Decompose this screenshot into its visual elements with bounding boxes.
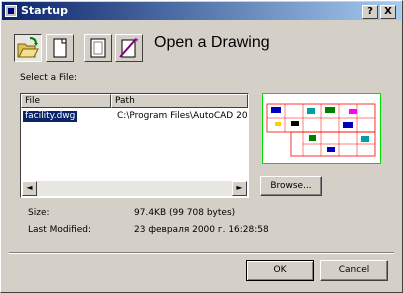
open-drawing-icon (17, 37, 39, 58)
open-drawing-button[interactable] (14, 34, 42, 62)
startup-dialog: Startup ? X Open a Drawing Select a File… (0, 0, 403, 293)
horizontal-scrollbar[interactable]: ◄ ► (22, 181, 247, 196)
ok-button[interactable]: OK (246, 260, 314, 281)
floor-plan-thumbnail (266, 103, 376, 157)
page-title: Open a Drawing (154, 34, 270, 51)
title-bar[interactable]: Startup ? X (2, 2, 401, 20)
app-icon (5, 5, 17, 17)
close-button[interactable]: X (380, 5, 396, 19)
size-label: Size: (28, 208, 50, 218)
size-value: 97.4KB (99 708 bytes) (134, 208, 236, 218)
start-from-scratch-icon (53, 38, 67, 58)
last-modified-value: 23 февраля 2000 г. 16:28:58 (134, 225, 269, 235)
file-list[interactable]: File Path facility.dwg C:\Program Files\… (20, 93, 249, 198)
scroll-left-icon[interactable]: ◄ (22, 181, 37, 196)
scroll-right-icon[interactable]: ► (232, 181, 247, 196)
use-template-icon (90, 38, 106, 58)
use-wizard-button[interactable] (115, 34, 143, 62)
browse-button[interactable]: Browse... (260, 176, 322, 196)
file-name-cell[interactable]: facility.dwg (23, 111, 78, 122)
separator (9, 252, 394, 254)
last-modified-label: Last Modified: (28, 225, 92, 235)
use-wizard-icon (119, 38, 138, 58)
start-from-scratch-button[interactable] (46, 34, 74, 62)
column-header-file[interactable]: File (21, 94, 111, 108)
drawing-preview (262, 93, 381, 164)
file-path-cell[interactable]: C:\Program Files\AutoCAD 200 (117, 111, 248, 122)
cancel-button[interactable]: Cancel (320, 260, 388, 281)
help-button[interactable]: ? (362, 5, 378, 19)
select-file-label: Select a File: (20, 73, 78, 83)
column-header-path[interactable]: Path (111, 94, 248, 108)
window-title: Startup (21, 4, 68, 17)
use-template-button[interactable] (84, 34, 112, 62)
